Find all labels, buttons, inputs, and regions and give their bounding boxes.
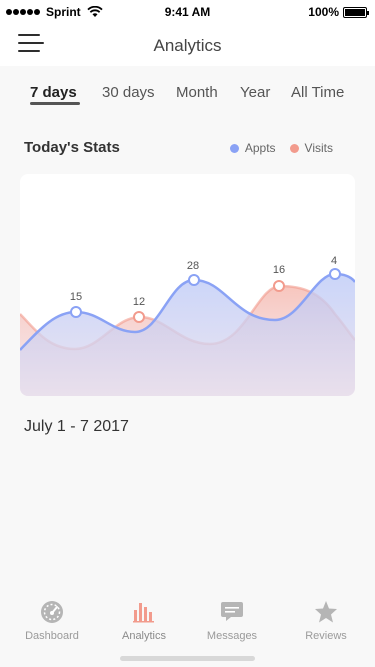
- appts-point-2[interactable]: [188, 274, 200, 286]
- appts-point-2-label: 28: [187, 260, 199, 272]
- battery-icon: [343, 6, 369, 18]
- tab-30-days[interactable]: 30 days: [102, 78, 155, 106]
- tabbar-item-dashboard[interactable]: Dashboard: [12, 600, 92, 642]
- tab-month[interactable]: Month: [176, 78, 218, 106]
- active-tab-indicator: [30, 102, 80, 105]
- legend-label-appts: Appts: [244, 141, 276, 155]
- bottom-tab-bar: Dashboard Analytics Messages Reviews: [0, 592, 375, 667]
- appts-point-3[interactable]: [329, 268, 341, 280]
- nav-bar: Analytics: [0, 24, 375, 66]
- chart-legend: Appts Visits: [216, 141, 333, 155]
- page-title: Analytics: [153, 36, 222, 55]
- chart-card: 12 16 15 28 4: [20, 174, 355, 396]
- bar-chart-icon: [133, 603, 154, 623]
- appts-point-3-label: 4: [331, 255, 337, 267]
- legend-item-appts: Appts: [229, 141, 276, 155]
- tabbar-label-analytics: Analytics: [121, 630, 167, 642]
- tabbar-label-messages: Messages: [206, 630, 258, 642]
- date-range: July 1 - 7 2017: [24, 418, 129, 435]
- tab-year[interactable]: Year: [240, 78, 270, 106]
- chat-icon: [221, 602, 243, 621]
- status-bar: Sprint 9:41 AM 100%: [0, 0, 375, 24]
- area-chart: 12 16 15 28 4: [20, 255, 355, 396]
- tabbar-item-messages[interactable]: Messages: [192, 600, 272, 642]
- appts-point-1[interactable]: [70, 306, 82, 318]
- legend-dot-appts: [229, 143, 239, 153]
- star-icon: [315, 601, 337, 623]
- tab-all-time[interactable]: All Time: [291, 78, 344, 106]
- home-indicator: [120, 656, 255, 661]
- legend-dot-visits: [289, 143, 299, 153]
- tabbar-label-reviews: Reviews: [305, 630, 347, 642]
- gauge-icon: [41, 601, 63, 623]
- battery-percent: 100%: [308, 5, 339, 19]
- visits-point-1-label: 12: [133, 296, 145, 308]
- visits-point-1[interactable]: [133, 311, 145, 323]
- legend-item-visits: Visits: [289, 141, 333, 155]
- battery-status: 100%: [308, 5, 369, 19]
- appts-point-1-label: 15: [70, 291, 82, 303]
- tabbar-item-analytics[interactable]: Analytics: [104, 600, 184, 642]
- legend-label-visits: Visits: [304, 141, 333, 155]
- visits-point-2-label: 16: [273, 264, 285, 276]
- tabbar-item-reviews[interactable]: Reviews: [286, 600, 366, 642]
- visits-point-2[interactable]: [273, 280, 285, 292]
- tabbar-label-dashboard: Dashboard: [25, 630, 79, 642]
- stats-title: Today's Stats: [24, 139, 120, 156]
